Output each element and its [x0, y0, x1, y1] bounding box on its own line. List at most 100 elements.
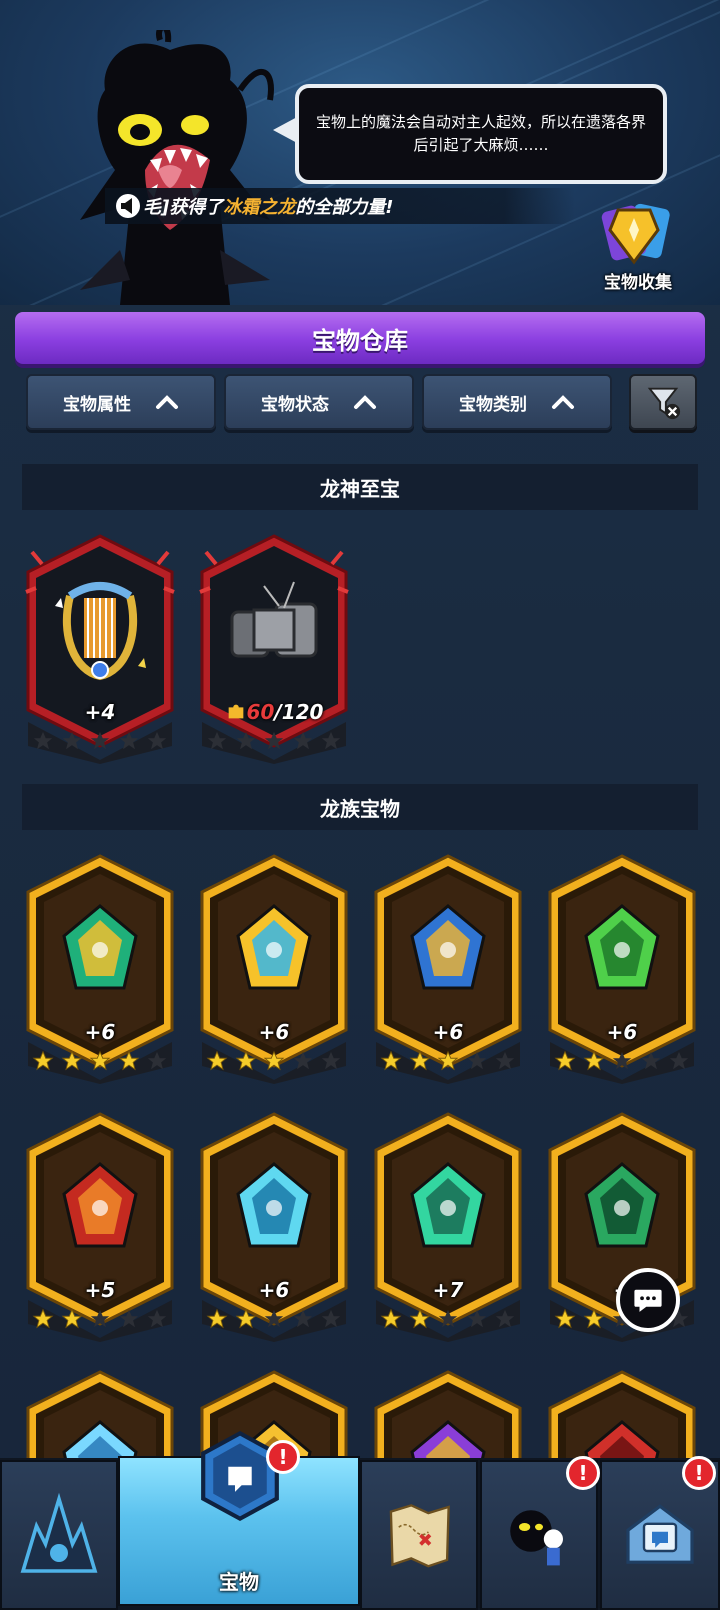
notification-badge: !: [566, 1456, 600, 1490]
treasure-card[interactable]: +5: [22, 1110, 178, 1342]
star-empty-icon: [119, 731, 138, 750]
treasure-card[interactable]: [544, 1368, 700, 1458]
star-empty-icon: [467, 1309, 486, 1328]
shadow-orb-icon: [410, 1420, 486, 1458]
chevron-up-icon: [156, 395, 178, 409]
monster-character: [80, 30, 274, 305]
page-title-bar: 宝物仓库: [15, 312, 705, 364]
megaphone-icon: [116, 194, 140, 218]
emerald-pendant-icon: [410, 1162, 486, 1248]
filter-status-dropdown[interactable]: 宝物状态: [224, 374, 414, 430]
ice-crystal-icon: [62, 1420, 138, 1458]
treasure-level: +7: [432, 1278, 464, 1302]
treasure-level: +6: [258, 1278, 290, 1302]
speech-text: 宝物上的魔法会自动对主人起效，所以在遗落各界后引起了大麻烦……: [315, 113, 646, 154]
star-rating: [28, 1050, 172, 1072]
star-filled-icon: [235, 1050, 256, 1071]
shard-progress: 60/120: [196, 700, 352, 724]
treasure-card[interactable]: [370, 1368, 526, 1458]
star-filled-icon: [206, 1050, 228, 1071]
star-empty-icon: [207, 731, 227, 750]
star-empty-icon: [641, 1051, 660, 1070]
star-empty-icon: [90, 731, 110, 750]
star-rating: [376, 1050, 520, 1072]
chat-icon: [634, 1289, 662, 1312]
nav-tab-castle[interactable]: [0, 1460, 118, 1610]
scroll-treasure-icon: [230, 581, 318, 658]
treasure-card[interactable]: +4: [22, 532, 178, 764]
treasure-collection-button[interactable]: 宝物收集: [588, 196, 688, 296]
star-rating: [28, 730, 172, 752]
star-empty-icon: [321, 1309, 341, 1328]
speech-bubble: 宝物上的魔法会自动对主人起效，所以在遗落各界后引起了大麻烦……: [273, 84, 667, 184]
treasure-level: +5: [84, 1278, 116, 1302]
star-filled-icon: [235, 1308, 256, 1329]
treasure-card[interactable]: +6: [196, 852, 352, 1084]
chat-button[interactable]: [616, 1268, 680, 1332]
fire-chest-icon: [62, 1162, 138, 1248]
filter-clear-icon: [647, 387, 681, 420]
star-empty-icon: [90, 1309, 110, 1328]
star-empty-icon: [438, 1309, 458, 1328]
rune-circle-icon: [584, 1420, 660, 1458]
treasure-card[interactable]: 60/120: [196, 532, 352, 764]
golden-spear-icon: [236, 904, 312, 990]
star-filled-icon: [583, 1050, 604, 1071]
star-empty-icon: [293, 1051, 312, 1070]
treasure-card[interactable]: +6: [22, 852, 178, 1084]
star-filled-icon: [61, 1050, 82, 1071]
star-filled-icon: [437, 1050, 459, 1071]
star-empty-icon: [33, 731, 53, 750]
star-filled-icon: [409, 1308, 430, 1329]
collection-label: 宝物收集: [604, 273, 672, 293]
chevron-up-icon: [354, 395, 376, 409]
heroes-icon: [510, 1510, 563, 1566]
treasure-card[interactable]: +6: [544, 852, 700, 1084]
star-empty-icon: [321, 731, 341, 750]
nav-tab-shop[interactable]: !: [600, 1456, 720, 1610]
clear-filter-button[interactable]: [629, 374, 697, 430]
star-filled-icon: [554, 1050, 576, 1071]
treasure-level: +6: [84, 1020, 116, 1044]
star-empty-icon: [321, 1051, 341, 1070]
star-empty-icon: [669, 1051, 689, 1070]
star-empty-icon: [293, 1309, 312, 1328]
star-empty-icon: [293, 731, 312, 750]
star-rating: [28, 1308, 172, 1330]
treasure-card[interactable]: [22, 1368, 178, 1458]
star-empty-icon: [264, 731, 284, 750]
section-header-dragon: 龙族宝物: [22, 784, 698, 830]
star-empty-icon: [467, 1051, 486, 1070]
star-filled-icon: [409, 1050, 430, 1071]
notice-bar: 毛]获得了冰霜之龙的全部力量!: [105, 188, 575, 224]
star-filled-icon: [32, 1308, 54, 1329]
treasure-card[interactable]: +7: [370, 1110, 526, 1342]
nav-tab-treasure[interactable]: ! 宝物: [118, 1430, 360, 1606]
star-empty-icon: [236, 731, 255, 750]
star-rating: [202, 1308, 346, 1330]
page-title: 宝物仓库: [312, 326, 408, 355]
star-empty-icon: [62, 731, 81, 750]
star-filled-icon: [380, 1308, 402, 1329]
filter-category-dropdown[interactable]: 宝物类别: [422, 374, 612, 430]
harp-treasure-icon: [55, 582, 146, 681]
ice-triangle-icon: [236, 1162, 312, 1248]
section-header-divine: 龙神至宝: [22, 464, 698, 510]
treasure-level: +6: [432, 1020, 464, 1044]
star-filled-icon: [89, 1050, 111, 1071]
star-empty-icon: [147, 731, 167, 750]
star-filled-icon: [206, 1308, 228, 1329]
treasure-card[interactable]: +6: [196, 1110, 352, 1342]
story-banner: 宝物上的魔法会自动对主人起效，所以在遗落各界后引起了大麻烦…… 毛]获得了冰霜之…: [0, 0, 720, 305]
notification-badge: !: [266, 1440, 300, 1474]
nav-tab-map[interactable]: [360, 1460, 478, 1610]
star-empty-icon: [612, 1051, 632, 1070]
filter-attribute-dropdown[interactable]: 宝物属性: [26, 374, 216, 430]
nav-tab-heroes[interactable]: !: [480, 1456, 600, 1610]
star-empty-icon: [119, 1309, 138, 1328]
star-filled-icon: [32, 1050, 54, 1071]
chevron-up-icon: [552, 395, 574, 409]
leaf-crown-icon: [584, 904, 660, 990]
star-filled-icon: [583, 1308, 604, 1329]
treasure-card[interactable]: +6: [370, 852, 526, 1084]
